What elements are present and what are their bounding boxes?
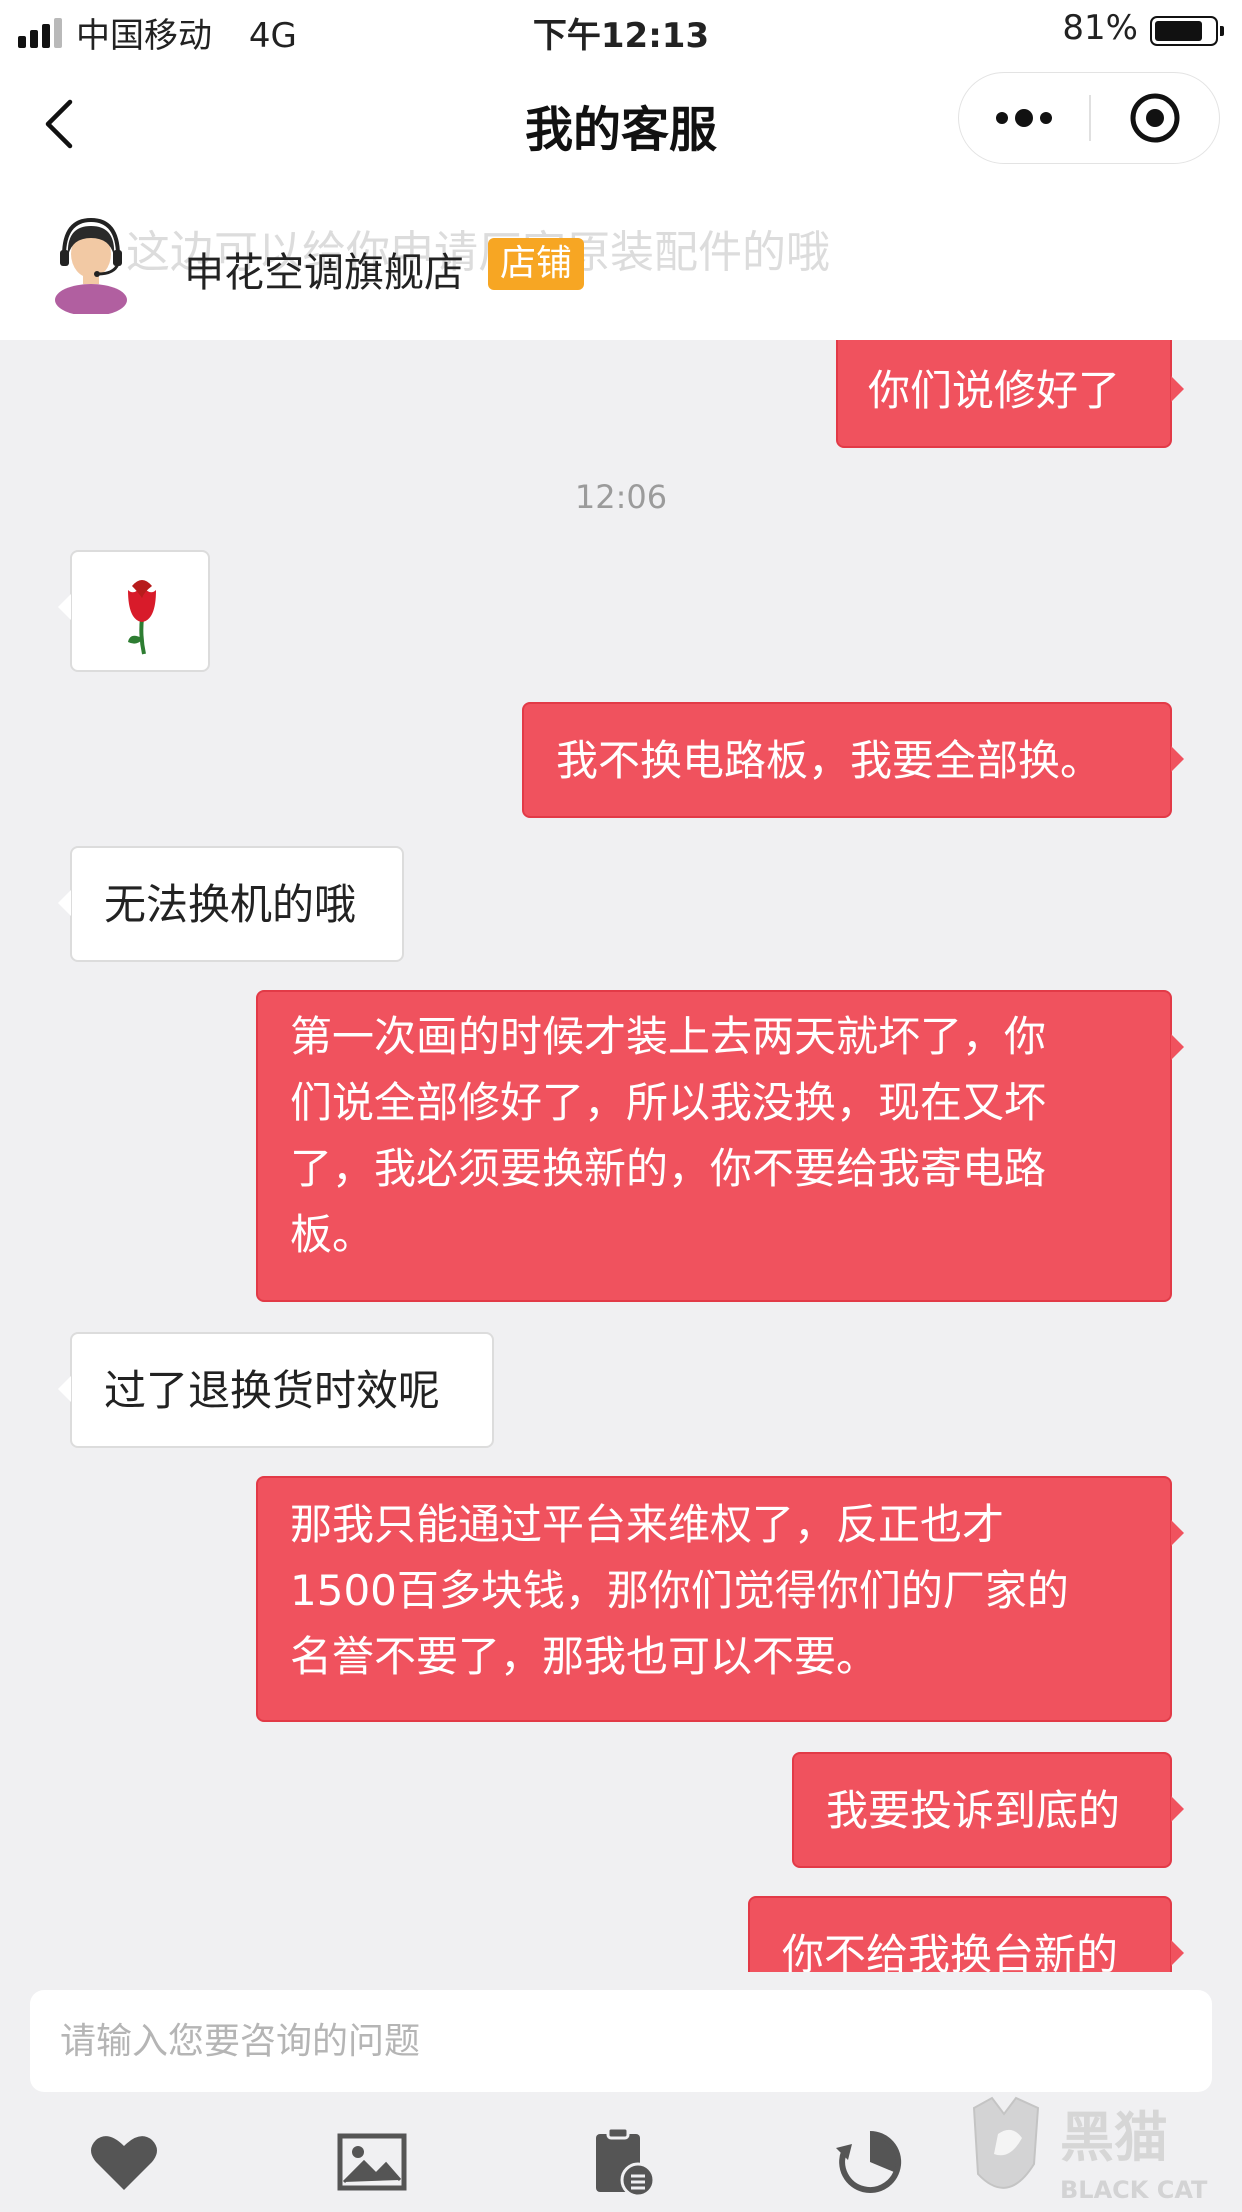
my-message-bubble[interactable]: 你们说修好了 (836, 340, 1184, 448)
my-message-bubble[interactable]: 那我只能通过平台来维权了，反正也才 1500百多块钱，那你们觉得你们的厂家的 名… (256, 1476, 1184, 1722)
agent-message-bubble[interactable]: 过了退换货时效呢 (58, 1332, 494, 1448)
image-icon (337, 2133, 407, 2191)
orders-button[interactable] (582, 2122, 662, 2202)
message-line: 1500百多块钱，那你们觉得你们的厂家的 (290, 1566, 1069, 1615)
message-text: 你不给我换台新的 (782, 1930, 1119, 1972)
favorite-button[interactable] (84, 2122, 164, 2202)
message-line: 板。 (290, 1210, 375, 1259)
message-text: 过了退换货时效呢 (104, 1366, 441, 1415)
agent-avatar-icon (55, 217, 127, 314)
my-message-bubble[interactable]: 你不给我换台新的 (748, 1896, 1184, 1972)
battery-percent: 81% (1062, 8, 1138, 48)
rose-icon (128, 580, 156, 655)
battery-icon (1150, 16, 1224, 46)
my-message-bubble[interactable]: 我不换电路板，我要全部换。 (522, 702, 1184, 818)
message-line: 们说全部修好了，所以我没换，现在又坏 (290, 1078, 1047, 1127)
history-icon (836, 2130, 902, 2193)
more-button[interactable] (959, 73, 1089, 163)
status-bar: 中国移动 4G 下午12:13 81% (0, 0, 1242, 62)
shop-name: 申花空调旗舰店 (184, 250, 464, 296)
watermark-cn: 黑猫 (1060, 2106, 1168, 2169)
history-button[interactable] (830, 2122, 910, 2202)
heart-icon (91, 2136, 157, 2190)
order-clipboard-icon (596, 2126, 656, 2198)
black-cat-logo: 黑猫 BLACK CAT (972, 2096, 1208, 2204)
my-message-bubble[interactable]: 第一次画的时候才装上去两天就坏了，你 们说全部修好了，所以我没换，现在又坏 了，… (256, 990, 1184, 1302)
status-time: 下午12:13 (532, 16, 710, 56)
message-line: 了，我必须要换新的，你不要给我寄电路 (290, 1144, 1047, 1193)
message-line: 那我只能通过平台来维权了，反正也才 (290, 1500, 1005, 1549)
message-text: 我要投诉到底的 (826, 1786, 1121, 1835)
agent-message-bubble[interactable] (58, 550, 210, 672)
send-image-button[interactable] (332, 2122, 412, 2202)
message-text: 你们说修好了 (868, 366, 1121, 415)
message-text: 无法换机的哦 (104, 880, 357, 929)
target-circle-icon (1130, 93, 1180, 143)
black-cat-watermark: 黑猫 BLACK CAT (968, 2094, 1242, 2208)
miniapp-capsule (958, 72, 1220, 164)
message-line: 名誉不要了，那我也可以不要。 (290, 1632, 879, 1681)
message-line: 第一次画的时候才装上去两天就坏了，你 (290, 1012, 1047, 1061)
agent-message-bubble[interactable]: 无法换机的哦 (58, 846, 404, 962)
more-dots-icon (996, 109, 1052, 127)
shop-tag-badge[interactable]: 店铺 (488, 238, 585, 290)
message-text: 我不换电路板，我要全部换。 (556, 736, 1103, 785)
my-message-bubble[interactable]: 我要投诉到底的 (792, 1752, 1184, 1868)
shop-header[interactable]: 这边可以给你申请厂家原装配件的哦 申花空调旗舰店 店铺 (0, 190, 1242, 340)
chat-list[interactable]: 你们说修好了 12:06 我不换电路板，我要全部换。 无法换机的哦 第一次画的时… (0, 340, 1242, 1972)
message-input[interactable] (30, 1990, 1212, 2092)
close-miniapp-button[interactable] (1090, 73, 1220, 163)
message-timestamp: 12:06 (574, 478, 668, 516)
nav-bar: 我的客服 (0, 62, 1242, 190)
watermark-en: BLACK CAT (1060, 2176, 1208, 2204)
